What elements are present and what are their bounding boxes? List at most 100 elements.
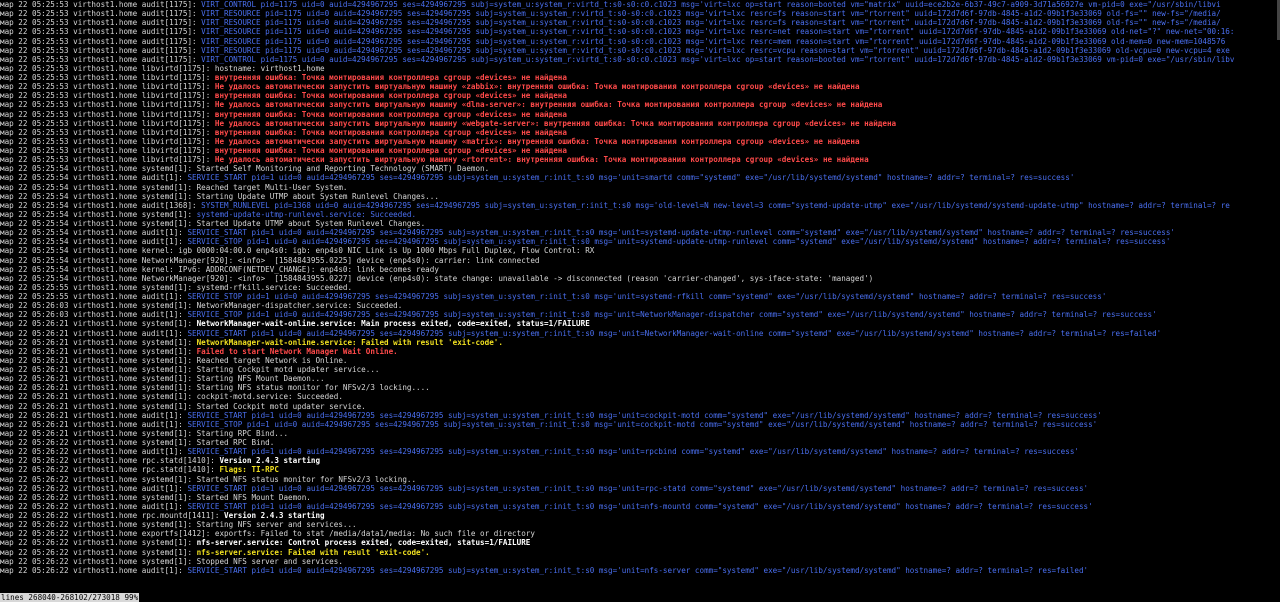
log-text: мар 22 05:25:55 virthost1.home audit[1]:	[0, 292, 188, 301]
log-line: мар 22 05:26:22 virthost1.home systemd[1…	[0, 475, 1280, 484]
log-line: мар 22 05:25:54 virthost1.home NetworkMa…	[0, 256, 1280, 265]
log-line: мар 22 05:26:22 virthost1.home audit[1]:…	[0, 502, 1280, 511]
log-text: мар 22 05:26:22 virthost1.home audit[1]:	[0, 483, 188, 493]
log-text: мар 22 05:25:54 virthost1.home systemd[1…	[0, 182, 348, 192]
log-line: мар 22 05:26:22 virthost1.home rpc.mount…	[0, 511, 1280, 520]
log-highlight-blue: SERVICE_START pid=1 uid=0 auid=429496729…	[187, 447, 1079, 457]
log-line: мар 22 05:26:21 virthost1.home audit[1]:…	[0, 411, 1280, 420]
log-line: мар 22 05:26:22 virthost1.home systemd[1…	[0, 548, 1280, 557]
log-text: мар 22 05:25:53 virthost1.home libvirtd[…	[0, 155, 215, 165]
log-text: мар 22 05:25:53 virthost1.home libvirtd[…	[0, 127, 215, 137]
log-text: мар 22 05:25:53 virthost1.home libvirtd[…	[0, 63, 325, 73]
log-highlight-blue: VIRT_CONTROL pid=1175 uid=0 auid=4294967…	[201, 0, 1221, 9]
log-highlight-red: Не удалось автоматически запустить вирту…	[214, 100, 883, 110]
log-highlight-blue: SERVICE_START pid=1 uid=0 auid=429496729…	[187, 410, 1102, 420]
log-highlight-blue: SERVICE_START pid=1 uid=0 auid=429496729…	[187, 501, 1093, 511]
log-highlight-blue: SERVICE_START pid=1 uid=0 auid=429496729…	[187, 328, 1162, 338]
log-line: мар 22 05:25:53 virthost1.home libvirtd[…	[0, 146, 1280, 155]
log-line: мар 22 05:25:54 virthost1.home NetworkMa…	[0, 274, 1280, 283]
log-highlight-blue: SERVICE_START pid=1 uid=0 auid=429496729…	[187, 483, 1089, 493]
log-text: мар 22 05:25:53 virthost1.home audit[117…	[0, 36, 202, 46]
log-line: мар 22 05:25:54 virthost1.home systemd[1…	[0, 183, 1280, 192]
log-highlight-blue: VIRT_RESOURCE pid=1175 uid=0 auid=429496…	[201, 36, 1226, 46]
log-line: мар 22 05:25:55 virthost1.home systemd[1…	[0, 283, 1280, 292]
log-text: мар 22 05:25:54 virthost1.home NetworkMa…	[0, 273, 874, 283]
log-highlight-red: внутренняя ошибка: Точка монтирования ко…	[214, 73, 567, 82]
log-text: мар 22 05:26:22 virthost1.home systemd[1…	[0, 538, 197, 548]
log-line: мар 22 05:25:55 virthost1.home audit[1]:…	[0, 292, 1280, 301]
log-text: мар 22 05:25:54 virthost1.home NetworkMa…	[0, 255, 540, 265]
log-highlight-blue: SYSTEM_RUNLEVEL pid=1368 uid=0 auid=4294…	[201, 200, 1230, 210]
log-highlight-red: внутренняя ошибка: Точка монтирования ко…	[214, 146, 567, 155]
log-line: мар 22 05:25:53 virthost1.home libvirtd[…	[0, 91, 1280, 100]
log-line: мар 22 05:25:53 virthost1.home audit[117…	[0, 27, 1280, 36]
log-text: мар 22 05:26:22 virthost1.home systemd[1…	[0, 474, 417, 484]
log-text: мар 22 05:26:22 virthost1.home systemd[1…	[0, 556, 343, 566]
log-text: мар 22 05:25:53 virthost1.home libvirtd[…	[0, 109, 215, 119]
pager-status-bar: lines 268040-268102/273018 99%	[0, 593, 140, 602]
log-line: мар 22 05:26:22 virthost1.home systemd[1…	[0, 557, 1280, 566]
log-text: мар 22 05:26:22 virthost1.home rpc.statd…	[0, 465, 220, 475]
log-text: мар 22 05:25:53 virthost1.home libvirtd[…	[0, 136, 215, 146]
log-text: мар 22 05:25:55 virthost1.home systemd[1…	[0, 282, 353, 292]
log-line: мар 22 05:25:53 virthost1.home libvirtd[…	[0, 73, 1280, 82]
log-line: мар 22 05:26:21 virthost1.home systemd[1…	[0, 338, 1280, 347]
log-highlight-bold: NetworkManager-wait-online.service: Main…	[196, 319, 590, 329]
log-text: мар 22 05:25:54 virthost1.home audit[136…	[0, 200, 202, 210]
log-line: мар 22 05:25:53 virthost1.home audit[117…	[0, 0, 1280, 9]
log-line: мар 22 05:26:03 virthost1.home audit[1]:…	[0, 310, 1280, 319]
log-line: мар 22 05:25:54 virthost1.home audit[136…	[0, 201, 1280, 210]
log-line: мар 22 05:26:22 virthost1.home audit[1]:…	[0, 484, 1280, 493]
terminal-log-view[interactable]: мар 22 05:25:53 virthost1.home audit[117…	[0, 0, 1280, 593]
log-line: мар 22 05:25:53 virthost1.home libvirtd[…	[0, 64, 1280, 73]
log-text: мар 22 05:25:53 virthost1.home audit[117…	[0, 18, 202, 28]
log-text: мар 22 05:26:21 virthost1.home audit[1]:	[0, 328, 188, 338]
log-line: мар 22 05:26:21 virthost1.home systemd[1…	[0, 392, 1280, 401]
log-text: мар 22 05:26:22 virthost1.home exportfs[…	[0, 529, 535, 539]
log-line: мар 22 05:25:54 virthost1.home kernel: I…	[0, 265, 1280, 274]
log-line: мар 22 05:25:53 virthost1.home libvirtd[…	[0, 110, 1280, 119]
log-line: мар 22 05:26:22 virthost1.home systemd[1…	[0, 538, 1280, 547]
log-line: мар 22 05:26:21 virthost1.home systemd[1…	[0, 365, 1280, 374]
log-text: мар 22 05:25:53 virthost1.home audit[117…	[0, 27, 202, 37]
log-line: мар 22 05:26:22 virthost1.home systemd[1…	[0, 493, 1280, 502]
log-text: мар 22 05:26:22 virthost1.home rpc.statd…	[0, 456, 220, 466]
log-line: мар 22 05:26:22 virthost1.home systemd[1…	[0, 520, 1280, 529]
log-text: мар 22 05:26:22 virthost1.home audit[1]:	[0, 447, 188, 457]
log-line: мар 22 05:26:22 virthost1.home rpc.statd…	[0, 465, 1280, 474]
log-line: мар 22 05:25:53 virthost1.home audit[117…	[0, 37, 1280, 46]
log-line: мар 22 05:26:21 virthost1.home audit[1]:…	[0, 420, 1280, 429]
log-highlight-red: Не удалось автоматически запустить вирту…	[214, 155, 869, 165]
log-highlight-bold: Version 2.4.3 starting	[224, 511, 325, 520]
log-line: мар 22 05:26:21 virthost1.home systemd[1…	[0, 429, 1280, 438]
log-line: мар 22 05:25:54 virthost1.home systemd[1…	[0, 192, 1280, 201]
log-line: мар 22 05:25:54 virthost1.home systemd[1…	[0, 210, 1280, 219]
log-text: мар 22 05:25:53 virthost1.home audit[117…	[0, 9, 202, 19]
log-text: мар 22 05:25:54 virthost1.home kernel: I…	[0, 264, 439, 274]
log-line: мар 22 05:26:22 virthost1.home rpc.statd…	[0, 456, 1280, 465]
log-text: мар 22 05:25:54 virthost1.home audit[1]:	[0, 237, 188, 247]
log-text: мар 22 05:26:21 virthost1.home systemd[1…	[0, 346, 197, 356]
log-highlight-red: Не удалось автоматически запустить вирту…	[214, 136, 860, 146]
log-line: мар 22 05:25:53 virthost1.home audit[117…	[0, 55, 1280, 64]
log-highlight-blue: VIRT_RESOURCE pid=1175 uid=0 auid=429496…	[201, 45, 1230, 55]
log-line: мар 22 05:26:21 virthost1.home systemd[1…	[0, 347, 1280, 356]
log-text: мар 22 05:25:54 virthost1.home systemd[1…	[0, 209, 197, 219]
log-text: мар 22 05:26:21 virthost1.home audit[1]:	[0, 410, 188, 420]
log-text: мар 22 05:26:22 virthost1.home systemd[1…	[0, 438, 275, 447]
log-line: мар 22 05:26:21 virthost1.home systemd[1…	[0, 374, 1280, 383]
log-line: мар 22 05:25:54 virthost1.home audit[1]:…	[0, 237, 1280, 246]
log-highlight-red: Не удалось автоматически запустить вирту…	[214, 118, 897, 128]
log-text: мар 22 05:25:53 virthost1.home libvirtd[…	[0, 73, 215, 82]
log-highlight-yellow: Flags: TI-RPC	[219, 465, 279, 475]
log-highlight-red: внутренняя ошибка: Точка монтирования ко…	[214, 127, 567, 137]
log-text: мар 22 05:25:54 virthost1.home kernel: i…	[0, 246, 595, 256]
log-text: мар 22 05:26:22 virthost1.home systemd[1…	[0, 520, 357, 530]
log-text: мар 22 05:26:21 virthost1.home systemd[1…	[0, 355, 348, 365]
log-text: мар 22 05:25:53 virthost1.home libvirtd[…	[0, 91, 215, 101]
log-line: мар 22 05:26:22 virthost1.home audit[1]:…	[0, 447, 1280, 456]
log-text: мар 22 05:26:22 virthost1.home audit[1]:	[0, 501, 188, 511]
log-highlight-blue: SERVICE_START pid=1 uid=0 auid=429496729…	[187, 228, 1175, 238]
log-text: мар 22 05:25:54 virthost1.home systemd[1…	[0, 191, 439, 201]
log-highlight-bold: nfs-server.service: Control process exit…	[196, 538, 531, 548]
